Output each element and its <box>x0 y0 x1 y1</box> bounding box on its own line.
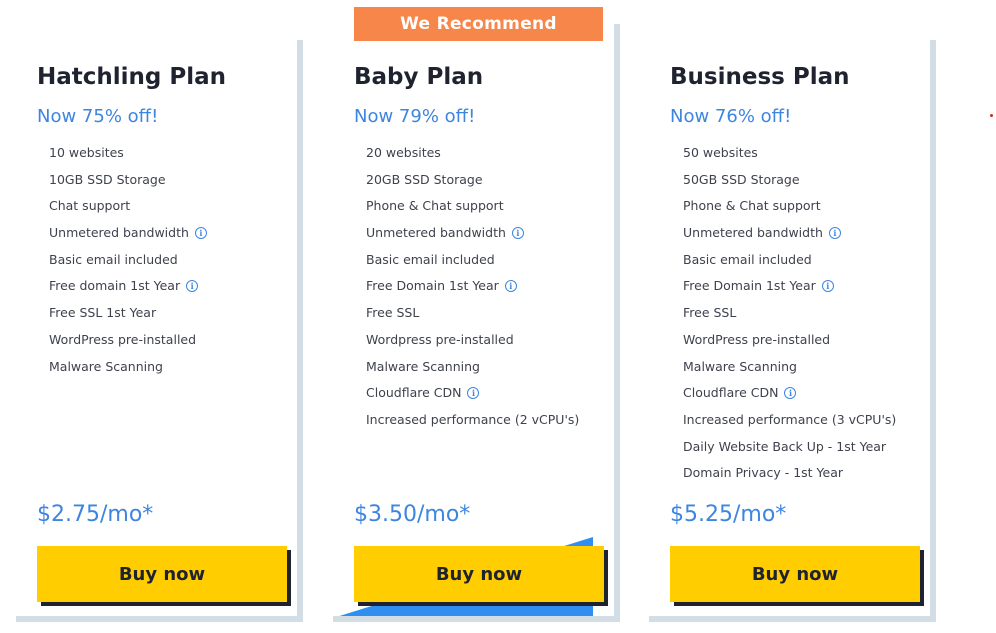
feature-text: Free Domain 1st Year <box>366 278 499 294</box>
feature-list: 10 websites 10GB SSD Storage Chat support U… <box>49 143 207 383</box>
feature-text: WordPress pre-installed <box>49 331 197 347</box>
plan-discount: Now 75% off! <box>37 106 159 127</box>
feature-text: 50 websites <box>683 145 758 160</box>
buy-now-button[interactable]: Buy now <box>670 546 920 602</box>
feature-text: Chat support <box>49 198 131 214</box>
feature-text: Free SSL <box>366 305 420 321</box>
feature-item: Daily Website Back Up - 1st Year <box>683 437 896 464</box>
feature-item: Basic email included <box>683 250 896 277</box>
feature-text: Malware Scanning <box>49 358 163 374</box>
feature-text: Increased performance (2 vCPU's) <box>366 411 580 427</box>
feature-item: Free Domain 1st Year i <box>683 276 896 303</box>
feature-text: Malware Scanning <box>366 358 480 374</box>
feature-text: Unmetered bandwidth <box>683 225 823 241</box>
feature-text: Malware Scanning <box>683 358 797 374</box>
feature-text: 10 websites <box>49 145 124 160</box>
feature-item: 20 websites <box>366 143 579 170</box>
feature-item: Phone & Chat support <box>683 196 896 223</box>
feature-item: 50 websites <box>683 143 896 170</box>
plan-price: $2.75/mo* <box>37 502 154 527</box>
info-icon[interactable]: i <box>186 280 199 293</box>
feature-text: Phone & Chat support <box>683 198 821 214</box>
feature-text: 20GB SSD Storage <box>366 171 483 187</box>
info-icon[interactable]: i <box>821 280 834 293</box>
feature-item: Free SSL <box>366 303 579 330</box>
feature-text: Free domain 1st Year <box>49 278 181 294</box>
feature-item: Free SSL 1st Year <box>49 303 207 330</box>
feature-item: Unmetered bandwidth i <box>49 223 207 250</box>
feature-text: 20 websites <box>366 145 441 160</box>
feature-item: Free domain 1st Year i <box>49 276 207 303</box>
plan-price: $3.50/mo* <box>354 502 471 527</box>
feature-item: Increased performance (2 vCPU's) <box>366 410 579 437</box>
plan-discount: Now 76% off! <box>670 106 792 127</box>
info-icon[interactable]: i <box>194 227 207 240</box>
decorative-dot <box>990 114 993 117</box>
feature-item: 20GB SSD Storage <box>366 170 579 197</box>
feature-item: WordPress pre-installed <box>683 330 896 357</box>
feature-list: 20 websites 20GB SSD Storage Phone & Chat … <box>366 143 579 437</box>
feature-item: Domain Privacy - 1st Year <box>683 463 896 490</box>
feature-item: Chat support <box>49 196 207 223</box>
feature-text: Domain Privacy - 1st Year <box>683 465 843 481</box>
feature-text: Phone & Chat support <box>366 198 504 214</box>
feature-text: 10GB SSD Storage <box>49 171 166 187</box>
feature-item: Cloudflare CDN i <box>683 383 896 410</box>
info-icon[interactable]: i <box>828 227 841 240</box>
plan-title: Baby Plan <box>354 64 484 90</box>
info-icon[interactable]: i <box>511 227 524 240</box>
feature-list: 50 websites 50GB SSD Storage Phone & Chat … <box>683 143 896 490</box>
feature-item: Free SSL <box>683 303 896 330</box>
recommend-badge: We Recommend <box>354 7 603 41</box>
feature-text: Free Domain 1st Year <box>683 278 816 294</box>
feature-text: Unmetered bandwidth <box>366 225 506 241</box>
feature-item: 50GB SSD Storage <box>683 170 896 197</box>
feature-text: WordPress pre-installed <box>683 331 831 347</box>
feature-item: Unmetered bandwidth i <box>683 223 896 250</box>
feature-text: Wordpress pre-installed <box>366 331 514 347</box>
feature-item: WordPress pre-installed <box>49 330 207 357</box>
plan-discount: Now 79% off! <box>354 106 476 127</box>
feature-text: Cloudflare CDN <box>366 385 462 401</box>
plan-price: $5.25/mo* <box>670 502 787 527</box>
buy-now-button[interactable]: Buy now <box>354 546 604 602</box>
plan-title: Business Plan <box>670 64 850 90</box>
feature-item: Basic email included <box>366 250 579 277</box>
feature-item: 10GB SSD Storage <box>49 170 207 197</box>
info-icon[interactable]: i <box>467 387 480 400</box>
feature-item: Malware Scanning <box>683 357 896 384</box>
feature-item: Malware Scanning <box>366 357 579 384</box>
feature-text: Cloudflare CDN <box>683 385 779 401</box>
feature-text: Basic email included <box>683 251 812 267</box>
plan-title: Hatchling Plan <box>37 64 227 90</box>
feature-text: Free SSL <box>683 305 737 321</box>
info-icon[interactable]: i <box>784 387 797 400</box>
feature-text: Unmetered bandwidth <box>49 225 189 241</box>
feature-item: Increased performance (3 vCPU's) <box>683 410 896 437</box>
buy-now-button[interactable]: Buy now <box>37 546 287 602</box>
feature-text: Increased performance (3 vCPU's) <box>683 411 897 427</box>
feature-item: Free Domain 1st Year i <box>366 276 579 303</box>
feature-item: Cloudflare CDN i <box>366 383 579 410</box>
feature-text: 50GB SSD Storage <box>683 171 800 187</box>
feature-item: Unmetered bandwidth i <box>366 223 579 250</box>
info-icon[interactable]: i <box>504 280 517 293</box>
feature-item: Malware Scanning <box>49 357 207 384</box>
feature-item: 10 websites <box>49 143 207 170</box>
feature-text: Daily Website Back Up - 1st Year <box>683 438 887 454</box>
feature-text: Basic email included <box>49 251 178 267</box>
feature-text: Basic email included <box>366 251 495 267</box>
feature-text: Free SSL 1st Year <box>49 305 157 321</box>
feature-item: Phone & Chat support <box>366 196 579 223</box>
feature-item: Basic email included <box>49 250 207 277</box>
feature-item: Wordpress pre-installed <box>366 330 579 357</box>
